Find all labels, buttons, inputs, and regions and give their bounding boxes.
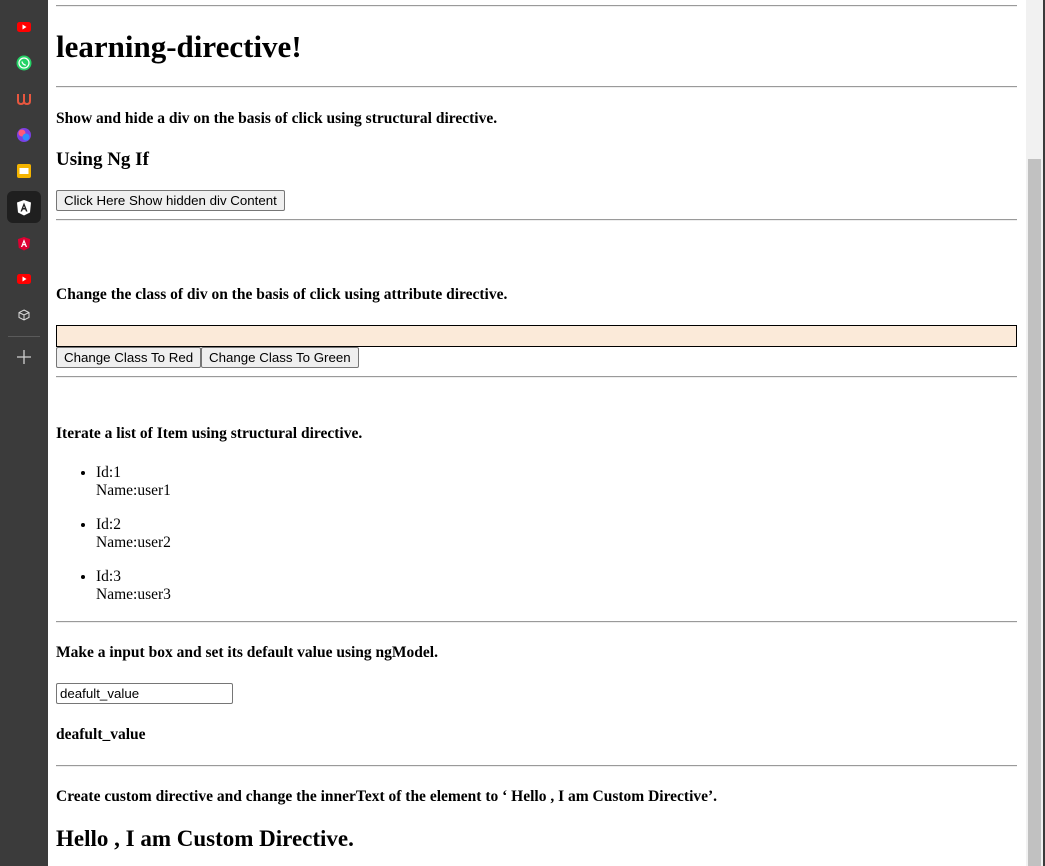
- divider: [56, 621, 1017, 623]
- item-name: Name:user2: [96, 534, 171, 551]
- divider: [56, 219, 1017, 221]
- youtube-icon[interactable]: [12, 267, 36, 291]
- section-heading-ngfor: Iterate a list of Item using structural …: [56, 425, 363, 442]
- section-heading-ngif: Show and hide a div on the basis of clic…: [56, 110, 498, 127]
- add-icon[interactable]: [12, 345, 36, 369]
- page-title: learning-directive!: [56, 29, 302, 64]
- slides-icon[interactable]: [12, 159, 36, 183]
- list-item: Id:3 Name:user3: [96, 568, 171, 604]
- item-name: Name:user1: [96, 482, 171, 499]
- bound-value-text: deafult_value: [56, 726, 146, 743]
- youtube-icon[interactable]: [12, 15, 36, 39]
- item-id: Id:1: [96, 464, 121, 481]
- page-content: learning-directive! Show and hide a div …: [48, 0, 1026, 866]
- list-item: Id:2 Name:user2: [96, 516, 171, 552]
- section-heading-custom-directive: Create custom directive and change the i…: [56, 788, 718, 805]
- change-class-green-button[interactable]: Change Class To Green: [201, 347, 359, 368]
- divider: [56, 765, 1017, 767]
- sidebar-divider: [8, 336, 40, 337]
- list-item: Id:1 Name:user1: [96, 464, 171, 500]
- angular-icon[interactable]: [12, 231, 36, 255]
- whatsapp-icon[interactable]: [12, 51, 36, 75]
- show-hidden-div-button[interactable]: Click Here Show hidden div Content: [56, 190, 285, 211]
- browser-sidebar: [0, 0, 48, 866]
- angular-active-icon[interactable]: [7, 191, 41, 223]
- section-heading-ngmodel: Make a input box and set its default val…: [56, 644, 438, 661]
- user-list: Id:1 Name:user1 Id:2 Name:user2 Id:3 Nam…: [56, 464, 171, 620]
- item-name: Name:user3: [96, 586, 171, 603]
- default-value-input[interactable]: [56, 683, 233, 704]
- divider: [56, 376, 1017, 378]
- section-subheading-ngif: Using Ng If: [56, 149, 149, 170]
- scrollbar-thumb[interactable]: [1028, 159, 1041, 866]
- change-class-red-button[interactable]: Change Class To Red: [56, 347, 202, 368]
- class-target-div: [56, 325, 1017, 347]
- custom-directive-output: Hello , I am Custom Directive.: [56, 826, 354, 851]
- section-heading-attribute: Change the class of div on the basis of …: [56, 286, 508, 303]
- udemy-icon[interactable]: [12, 87, 36, 111]
- package-icon[interactable]: [12, 303, 36, 327]
- item-id: Id:2: [96, 516, 121, 533]
- item-id: Id:3: [96, 568, 121, 585]
- colorful-app-icon[interactable]: [12, 123, 36, 147]
- divider: [56, 86, 1017, 88]
- vertical-scrollbar[interactable]: [1026, 0, 1043, 866]
- divider: [56, 5, 1017, 7]
